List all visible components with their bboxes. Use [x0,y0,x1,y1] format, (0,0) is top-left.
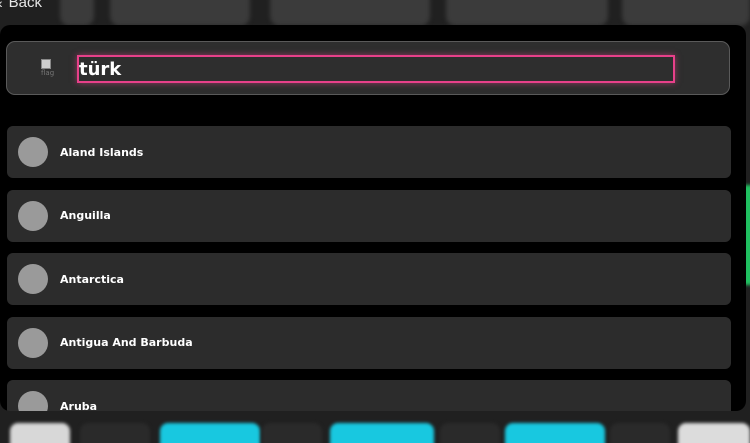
background-tile [622,0,750,26]
country-flag-avatar [18,391,48,411]
list-item[interactable]: Aland Islands [7,126,731,178]
background-tile [80,423,150,443]
background-tile [270,0,430,26]
country-list[interactable]: Aland Islands Anguilla Antarctica Antigu… [7,126,731,411]
background-tile [110,0,250,26]
background-tile [440,423,500,443]
background-tile [446,0,608,26]
list-item[interactable]: Aruba [7,380,731,411]
country-flag-avatar [18,264,48,295]
list-item[interactable]: Anguilla [7,189,731,242]
background-tile [160,423,260,443]
back-label: Back [8,0,43,11]
list-item[interactable]: Antigua And Barbuda [7,316,731,369]
search-bar: flag [6,41,730,95]
country-picker-modal: flag Aland Islands Anguilla Antarctica A… [0,25,746,411]
back-button[interactable]: ‹ Back [0,0,42,11]
country-label: Antarctica [60,272,124,286]
country-flag-avatar [18,327,48,358]
country-label: Aland Islands [60,145,144,159]
background-tile [262,423,322,443]
flag-icon: flag [41,59,65,79]
country-flag-avatar [18,137,48,167]
chevron-left-icon: ‹ [0,0,3,11]
search-input[interactable] [77,55,675,83]
country-label: Anguilla [60,209,111,223]
background-tile [10,423,70,443]
country-flag-avatar [18,200,48,231]
background-tile [505,423,605,443]
country-label: Aruba [60,399,98,411]
background-tile [60,0,94,26]
background-tile [330,423,434,443]
country-label: Antigua And Barbuda [60,336,193,350]
flag-alt-text: flag [41,69,55,77]
background-tile [610,423,670,443]
background-tile [678,423,750,443]
broken-image-icon [41,59,51,69]
list-item[interactable]: Antarctica [7,253,731,306]
